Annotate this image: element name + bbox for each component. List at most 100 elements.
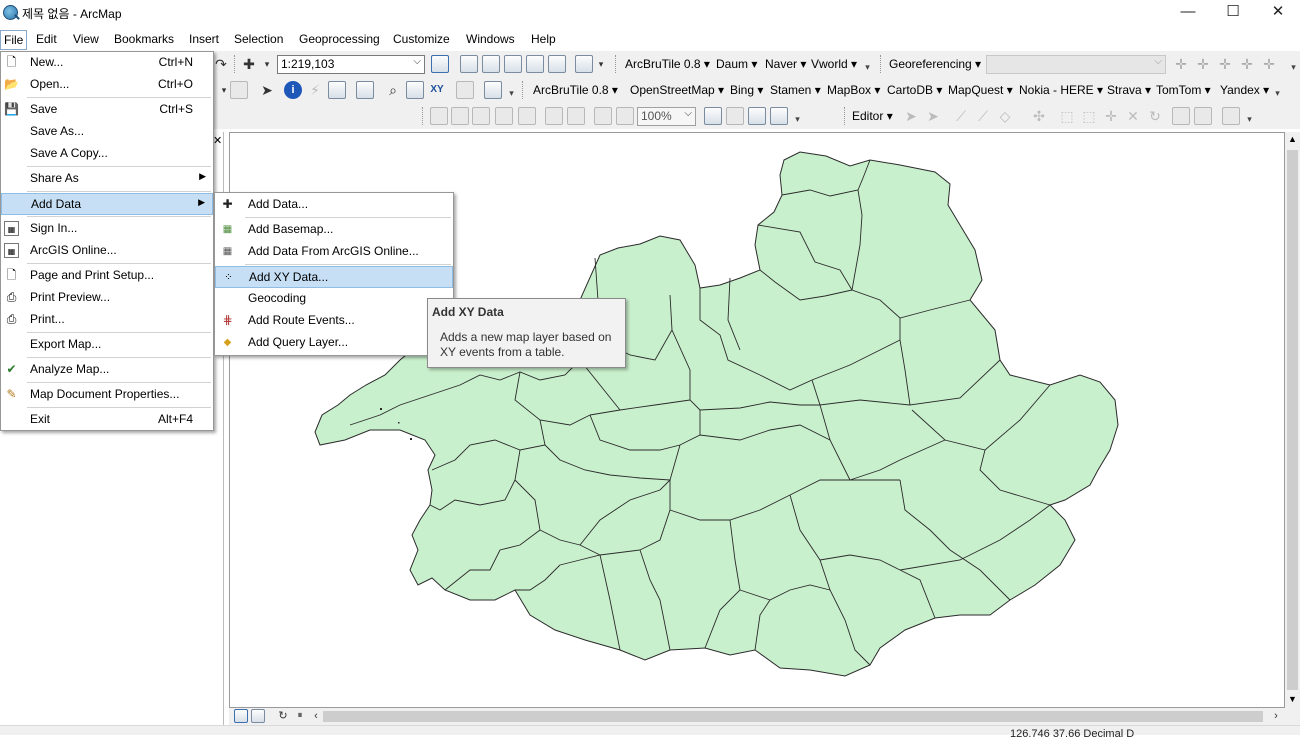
file-menu-item-open[interactable]: 📂 Open... Ctrl+O (1, 74, 213, 96)
file-menu-item-save-a-copy[interactable]: Save A Copy... (1, 143, 213, 165)
maximize-button[interactable]: ☐ (1210, 0, 1256, 26)
submenu-item-add-query-layer[interactable]: ◆ Add Query Layer... (215, 332, 453, 354)
file-menu-item-add-data[interactable]: Add Data ▶ (1, 193, 213, 215)
strava-menu[interactable]: Strava ▾ (1107, 83, 1151, 97)
mapbox-menu[interactable]: MapBox ▾ (827, 83, 880, 97)
file-menu-item-print-preview[interactable]: ⎙ Print Preview... (1, 287, 213, 309)
toolbar-options-icon[interactable]: ▾ (1246, 112, 1253, 126)
window-title: 제목 없음 - ArcMap (22, 7, 122, 21)
arctoolbox-icon[interactable] (526, 55, 544, 73)
find-route-icon[interactable] (406, 81, 424, 99)
search-window-icon[interactable] (504, 55, 522, 73)
editor-toolbar-icon[interactable] (431, 55, 449, 73)
file-menu-item-save[interactable]: 💾 Save Ctrl+S (1, 99, 213, 121)
file-menu-item-arcgis-online[interactable]: ▦ ArcGIS Online... (1, 240, 213, 262)
minimize-button[interactable]: — (1165, 0, 1211, 26)
menu-edit[interactable]: Edit (34, 32, 59, 46)
find-binoculars-icon[interactable]: ⌕ (384, 81, 402, 99)
chevron-down-icon[interactable]: ⌵ (413, 56, 421, 67)
submenu-item-add-basemap[interactable]: ▦ Add Basemap... (215, 219, 453, 241)
add-data-toolbar-icon[interactable]: ✚ (240, 55, 258, 73)
toolbar-options-icon[interactable]: ▾ (864, 60, 871, 74)
tomtom-menu[interactable]: TomTom ▾ (1156, 83, 1211, 97)
catalog-icon[interactable] (482, 55, 500, 73)
submenu-item-geocoding[interactable]: Geocoding (215, 288, 453, 310)
file-menu-item-exit[interactable]: Exit Alt+F4 (1, 409, 213, 431)
file-menu-item-map-document-properties[interactable]: ✎ Map Document Properties... (1, 384, 213, 406)
naver-menu[interactable]: Naver ▾ (765, 57, 806, 71)
yandex-menu[interactable]: Yandex ▾ (1220, 83, 1269, 97)
identify-icon[interactable]: i (284, 81, 302, 99)
data-driven-pages-icon[interactable] (770, 107, 788, 125)
data-view-icon[interactable] (234, 709, 248, 723)
create-viewer-icon[interactable] (484, 81, 502, 99)
redo-icon[interactable]: ↷ (212, 55, 230, 73)
arcbrutile-menu-2[interactable]: ArcBruTile 0.8 ▾ (533, 83, 618, 97)
model-builder-icon[interactable] (575, 55, 593, 73)
menu-file[interactable]: File (0, 30, 28, 50)
html-popup-icon[interactable] (328, 81, 346, 99)
table-of-contents-icon[interactable] (460, 55, 478, 73)
scroll-right-icon[interactable]: › (1267, 707, 1285, 725)
toolbar-options-icon[interactable]: ▾ (794, 112, 801, 126)
arcgis-online-grid-icon: ▦ (222, 246, 233, 257)
menu-windows[interactable]: Windows (464, 32, 517, 46)
chevron-down-icon[interactable]: ⌵ (684, 108, 692, 119)
close-icon[interactable]: ✕ (213, 134, 222, 147)
stamen-menu[interactable]: Stamen ▾ (770, 83, 821, 97)
menu-customize[interactable]: Customize (391, 32, 452, 46)
layout-zoom-percent[interactable]: 100% ⌵ (637, 107, 696, 126)
submenu-item-add-route-events[interactable]: ⋕ Add Route Events... (215, 310, 453, 332)
mapquest-menu[interactable]: MapQuest ▾ (948, 83, 1013, 97)
refresh-icon[interactable]: ↻ (274, 707, 292, 725)
scroll-up-icon[interactable]: ▲ (1288, 134, 1297, 144)
file-menu-item-analyze-map[interactable]: ✔ Analyze Map... (1, 359, 213, 381)
sketch-properties-icon (1194, 107, 1212, 125)
daum-menu[interactable]: Daum ▾ (716, 57, 757, 71)
editor-menu[interactable]: Editor ▾ (852, 109, 893, 123)
submenu-item-add-data-arcgis-online[interactable]: ▦ Add Data From ArcGIS Online... (215, 241, 453, 263)
python-window-icon[interactable] (548, 55, 566, 73)
menu-selection[interactable]: Selection (232, 32, 285, 46)
file-menu-item-new[interactable]: 🗋 New... Ctrl+N (1, 52, 213, 74)
file-menu-item-export-map[interactable]: Export Map... (1, 334, 213, 356)
go-to-xy-icon[interactable]: XY (428, 81, 446, 99)
map-horizontal-scrollbar[interactable]: ↻ ⏸ ‹ › (229, 708, 1300, 725)
openstreetmap-menu[interactable]: OpenStreetMap ▾ (630, 83, 724, 97)
menu-insert[interactable]: Insert (187, 32, 221, 46)
bing-menu[interactable]: Bing ▾ (730, 83, 763, 97)
select-elements-icon[interactable]: ➤ (258, 81, 276, 99)
layout-view-icon[interactable] (251, 709, 265, 723)
menu-help[interactable]: Help (529, 32, 558, 46)
chevron-down-icon[interactable]: ▾ (592, 55, 610, 73)
toggle-draft-mode-icon[interactable] (704, 107, 722, 125)
vertical-scroll-thumb[interactable] (1287, 150, 1298, 690)
file-menu-item-share-as[interactable]: Share As ▶ (1, 168, 213, 190)
cartodb-menu[interactable]: CartoDB ▾ (887, 83, 942, 97)
toolbar-options-icon[interactable]: ▾ (1290, 60, 1297, 74)
file-menu-item-print[interactable]: ⎙ Print... (1, 309, 213, 331)
measure-icon[interactable] (356, 81, 374, 99)
menu-view[interactable]: View (71, 32, 101, 46)
map-vertical-scrollbar[interactable]: ▲ ▼ (1285, 132, 1300, 708)
submenu-item-add-data[interactable]: ✚ Add Data... (215, 194, 453, 216)
vworld-menu[interactable]: Vworld ▾ (811, 57, 857, 71)
toolbar-options-icon[interactable]: ▾ (508, 86, 515, 100)
horizontal-scroll-thumb[interactable] (323, 711, 1263, 722)
file-menu-item-save-as[interactable]: Save As... (1, 121, 213, 143)
nokia-here-menu[interactable]: Nokia - HERE ▾ (1019, 83, 1103, 97)
georeferencing-layer-select[interactable]: ⌵ (986, 55, 1166, 74)
file-menu-item-page-print-setup[interactable]: 🗋 Page and Print Setup... (1, 265, 213, 287)
map-scale-input[interactable]: 1:219,103 ⌵ (277, 55, 425, 74)
close-button[interactable]: ✕ (1255, 0, 1300, 26)
scroll-down-icon[interactable]: ▼ (1288, 694, 1297, 704)
menu-bookmarks[interactable]: Bookmarks (112, 32, 176, 46)
toolbar-options-icon[interactable]: ▾ (1274, 86, 1281, 100)
menu-geoprocessing[interactable]: Geoprocessing (297, 32, 382, 46)
chevron-down-icon[interactable]: ▾ (258, 55, 276, 73)
change-layout-icon[interactable] (748, 107, 766, 125)
arcbrutile-menu[interactable]: ArcBruTile 0.8 ▾ (625, 57, 710, 71)
file-menu-item-sign-in[interactable]: ▦ Sign In... (1, 218, 213, 240)
submenu-item-add-xy-data[interactable]: ⁘ Add XY Data... (215, 266, 453, 288)
georeferencing-menu[interactable]: Georeferencing ▾ (889, 57, 981, 71)
